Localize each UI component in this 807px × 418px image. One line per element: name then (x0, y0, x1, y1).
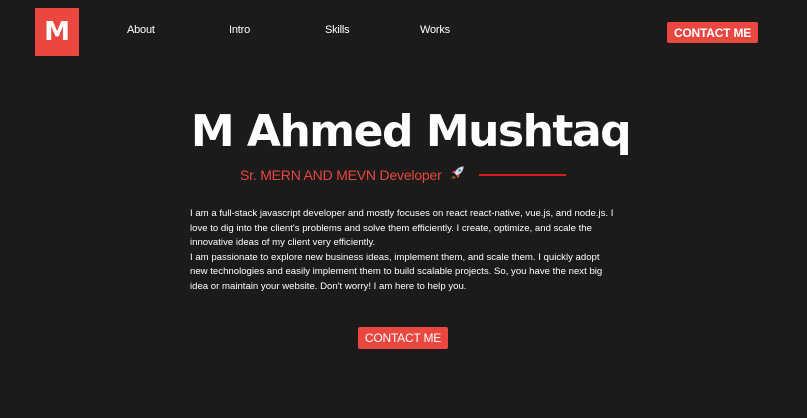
portfolio-page: M About Intro Skills Works CONTACT ME M … (0, 0, 807, 418)
nav-link-intro[interactable]: Intro (229, 24, 250, 36)
rocket-icon (451, 166, 464, 180)
subtitle-accent-line (479, 174, 566, 176)
nav-link-skills[interactable]: Skills (325, 24, 350, 36)
hero-bio: I am a full-stack javascript developer a… (190, 207, 615, 295)
hero-contact-button[interactable]: CONTACT ME (358, 327, 448, 349)
hero-name: M Ahmed Mushtaq (190, 106, 632, 157)
bio-paragraph: I am passionate to explore new business … (190, 251, 603, 292)
bio-paragraph: I am a full-stack javascript developer a… (190, 208, 614, 249)
header-contact-button[interactable]: CONTACT ME (667, 22, 758, 43)
logo-letter: M (44, 17, 70, 47)
nav-link-works[interactable]: Works (420, 24, 450, 36)
nav-link-about[interactable]: About (127, 24, 155, 36)
site-logo[interactable]: M (35, 8, 79, 56)
hero-subtitle: Sr. MERN AND MEVN Developer (240, 167, 442, 183)
